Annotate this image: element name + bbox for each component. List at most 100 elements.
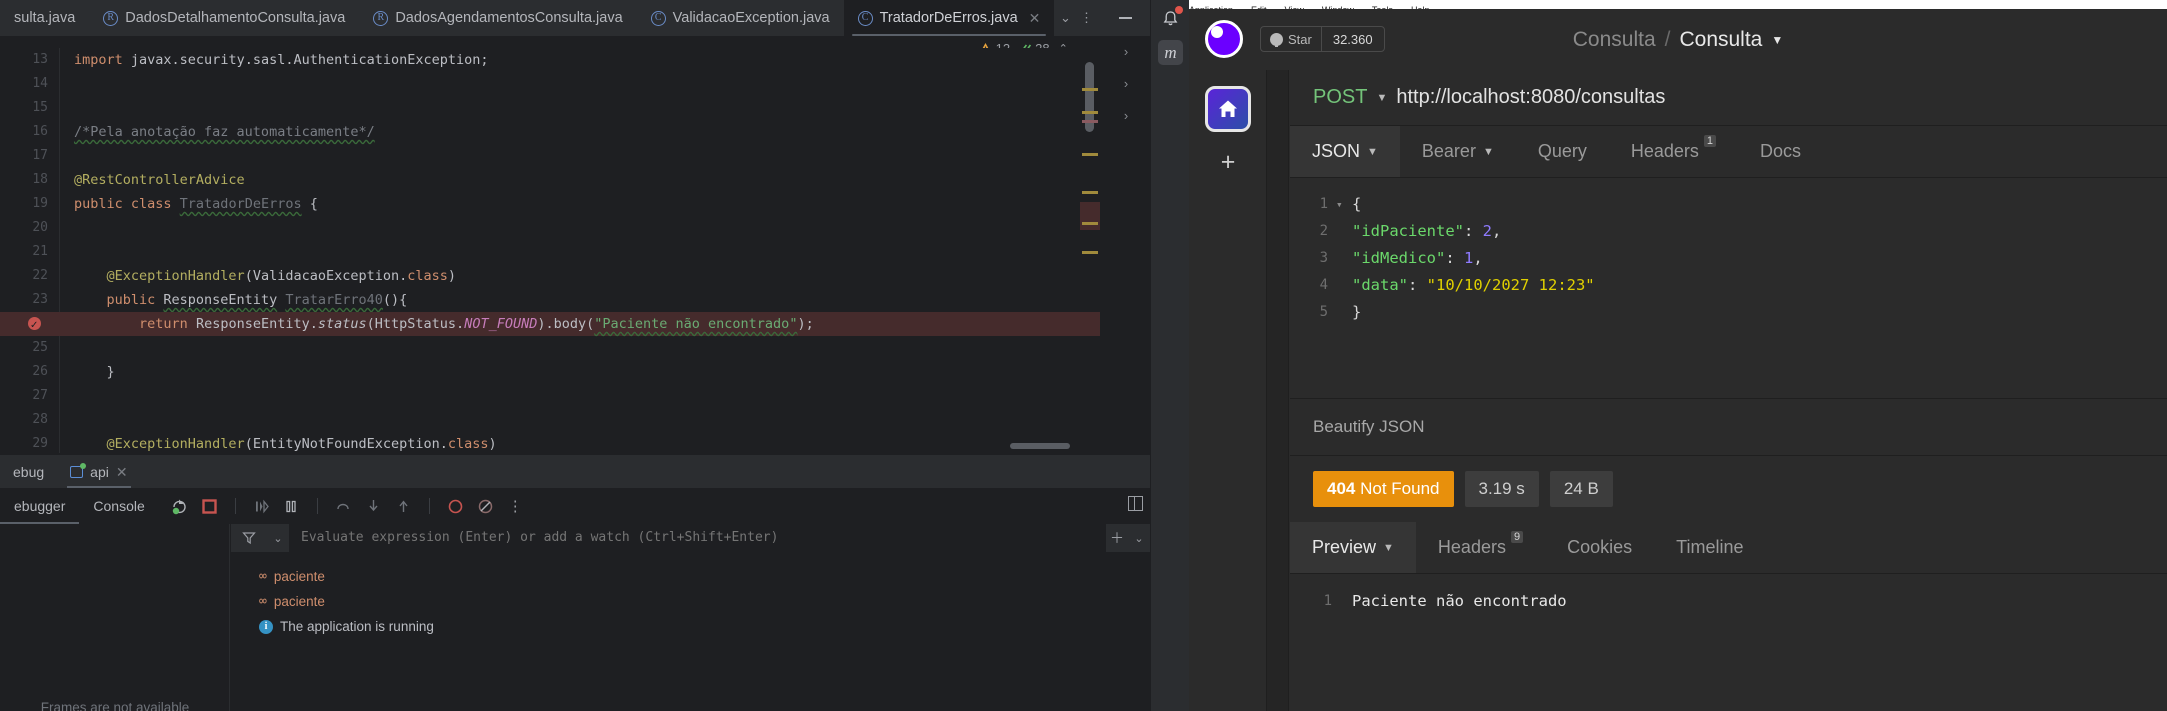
chevron-down-icon[interactable]: ▼ (1367, 146, 1378, 158)
response-tab-headers[interactable]: Headers 9 (1416, 522, 1545, 573)
watch-icon: ∞ (259, 594, 267, 609)
beautify-label: Beautify JSON (1313, 417, 1425, 436)
tab-label: Cookies (1567, 537, 1633, 557)
minimize-icon (1118, 17, 1132, 19)
pause-icon[interactable] (283, 498, 300, 515)
chevron-right-icon[interactable]: › (1104, 100, 1148, 132)
stop-icon[interactable] (201, 498, 218, 515)
console-line-text: paciente (273, 594, 325, 609)
tab-badge: 9 (1510, 531, 1524, 543)
line-number: 29 (32, 436, 48, 451)
json-text: "idMedico": 1, (1352, 249, 1483, 267)
code-line: 28 (0, 408, 1100, 432)
tab-console[interactable]: Console (79, 488, 158, 524)
json-text: } (1352, 303, 1362, 321)
tab-api[interactable]: api ✕ (57, 456, 140, 488)
line-number: 17 (32, 148, 48, 163)
code-text: return ResponseEntity.status(HttpStatus.… (139, 316, 814, 332)
chevron-down-icon[interactable]: ⌄ (1060, 10, 1071, 26)
editor-horizontal-scrollbar[interactable] (1010, 443, 1070, 449)
editor-marker-strip[interactable] (1080, 48, 1100, 453)
star-label: Star (1288, 31, 1312, 47)
code-text: /*Pela anotação faz automaticamente*/ (74, 124, 375, 140)
code-line: 20 (0, 216, 1100, 240)
add-workspace-button[interactable]: + (1205, 144, 1251, 180)
editor-tab-label: DadosAgendamentosConsulta.java (395, 10, 623, 26)
beautify-json-button[interactable]: Beautify JSON (1290, 398, 2167, 456)
running-app-icon (70, 463, 87, 478)
line-number: 26 (32, 364, 48, 379)
layout-settings-icon[interactable] (1128, 496, 1143, 511)
response-tab-preview[interactable]: Preview ▼ (1290, 522, 1416, 573)
response-tab-cookies[interactable]: Cookies (1545, 522, 1654, 573)
editor-tab-1[interactable]: R DadosDetalhamentoConsulta.java (89, 0, 359, 36)
response-tabs: Preview ▼ Headers 9 Cookies Timeline (1290, 522, 2167, 574)
code-editor[interactable]: 13 import javax.security.sasl.Authenticat… (0, 48, 1100, 453)
response-status-bar: 404 Not Found 3.19 s 24 B (1290, 456, 2167, 522)
chevron-right-icon[interactable]: › (1104, 68, 1148, 100)
response-tab-timeline[interactable]: Timeline (1654, 522, 1765, 573)
chevron-down-icon[interactable]: ▼ (1376, 92, 1387, 104)
evaluate-expression-input[interactable] (289, 524, 1106, 552)
home-icon[interactable] (1205, 86, 1251, 132)
frames-panel: Frames are not available (0, 524, 230, 711)
variables-panel: ⌄ ＋ ⌄ ∞paciente∞pacienteiThe application… (231, 524, 1150, 711)
mute-breakpoints-icon[interactable] (477, 498, 494, 515)
chevron-down-icon[interactable]: ⌄ (1128, 532, 1150, 545)
console-line-text: paciente (273, 569, 325, 584)
code-text: public ResponseEntity TratarErro40(){ (74, 292, 408, 308)
request-tab-query[interactable]: Query (1516, 126, 1609, 177)
json-line: 5} (1290, 299, 2167, 326)
editor-tab-3[interactable]: C ValidacaoException.java (637, 0, 844, 36)
more-options-icon[interactable]: ⋮ (1080, 10, 1093, 26)
maven-tool-button[interactable]: m (1158, 40, 1183, 65)
tab-label: Bearer (1421, 141, 1476, 161)
close-icon[interactable]: ✕ (1029, 10, 1041, 27)
request-tab-bearer[interactable]: Bearer ▼ (1400, 126, 1516, 177)
chevron-down-icon[interactable]: ⌄ (267, 532, 289, 545)
system-menu-bar[interactable]: ApplicationEditViewWindowToolsHelp (1189, 0, 2167, 9)
marker-warning (1082, 191, 1098, 194)
editor-tab-0[interactable]: sulta.java (0, 0, 89, 36)
chevron-down-icon[interactable]: ▼ (1483, 146, 1494, 158)
breakpoint-icon[interactable] (28, 314, 41, 338)
line-number: 23 (32, 292, 48, 307)
fold-arrow-icon[interactable]: ▾ (1336, 191, 1343, 218)
collapsed-sidebar[interactable] (1267, 70, 1289, 711)
step-over-icon[interactable] (335, 498, 352, 515)
tab-debugger[interactable]: ebugger (0, 488, 80, 524)
close-icon[interactable]: ✕ (116, 464, 128, 481)
url-input[interactable]: http://localhost:8080/consultas (1396, 86, 1665, 109)
code-text: @RestControllerAdvice (74, 172, 245, 188)
line-number: 15 (32, 100, 48, 115)
more-options-icon[interactable]: ⋮ (507, 498, 524, 515)
chevron-right-icon[interactable]: › (1104, 36, 1148, 68)
line-number: 18 (32, 172, 48, 187)
console-line: ∞ paciente (231, 589, 1150, 614)
tab-debug[interactable]: ebug (0, 456, 57, 488)
step-out-icon[interactable] (395, 498, 412, 515)
tab-badge: 1 (1703, 135, 1717, 147)
resume-icon[interactable] (253, 498, 270, 515)
code-line: 17 (0, 144, 1100, 168)
request-tab-headers[interactable]: Headers 1 (1609, 126, 1738, 177)
view-breakpoints-icon[interactable] (447, 498, 464, 515)
request-tab-docs[interactable]: Docs (1738, 126, 1823, 177)
editor-tab-4[interactable]: C TratadorDeErros.java ✕ (843, 0, 1055, 36)
line-number: 22 (32, 268, 48, 283)
add-watch-icon[interactable]: ＋ (1106, 528, 1128, 548)
window-minimize-button[interactable] (1100, 0, 1150, 36)
github-star-button[interactable]: Star 32.360 (1260, 26, 1385, 52)
request-tab-json[interactable]: JSON ▼ (1290, 126, 1400, 177)
rerun-icon[interactable] (171, 498, 188, 515)
step-into-icon[interactable] (365, 498, 382, 515)
request-body-editor[interactable]: 1 ▾ {2 "idPaciente": 2, 3 "idMedico": 1, 4 "dat… (1290, 178, 2167, 398)
marker-error (1082, 120, 1098, 123)
editor-tab-2[interactable]: R DadosAgendamentosConsulta.java (359, 0, 636, 36)
http-method[interactable]: POST (1313, 86, 1367, 109)
filter-icon[interactable] (231, 531, 267, 545)
marker-warning (1082, 251, 1098, 254)
insomnia-logo-icon (1205, 20, 1243, 58)
tab-label: Headers (1437, 537, 1506, 557)
chevron-down-icon[interactable]: ▼ (1383, 542, 1394, 554)
